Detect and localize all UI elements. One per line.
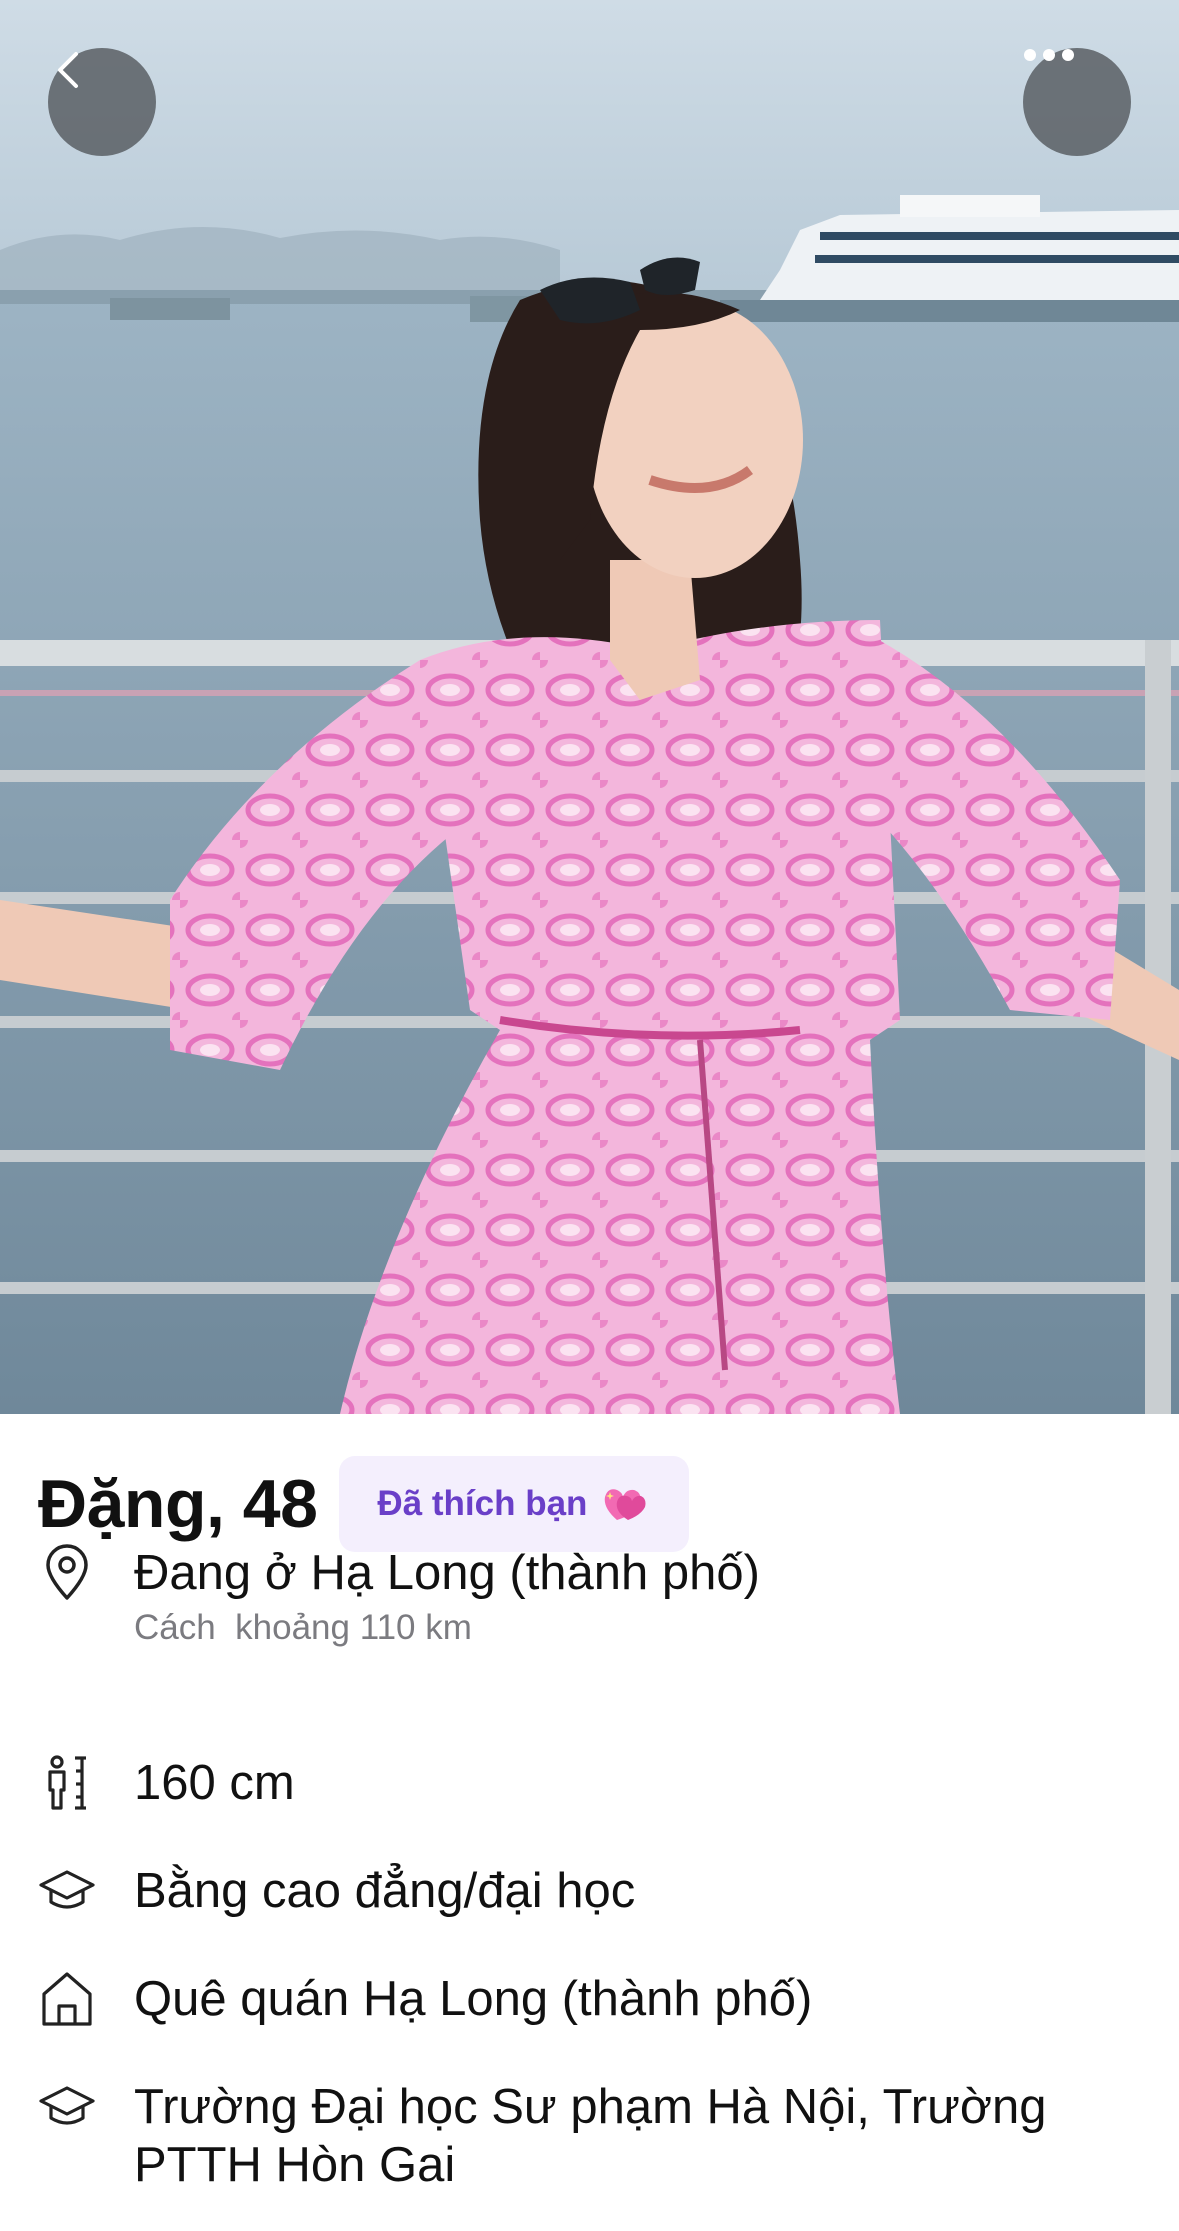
graduation-cap-icon — [38, 1862, 96, 1920]
detail-education-level: Bằng cao đẳng/đại học — [38, 1862, 635, 1920]
sparkling-heart-icon — [601, 1484, 647, 1524]
graduation-cap-icon — [38, 2078, 96, 2136]
detail-location: Đang ở Hạ Long (thành phố) Cách khoảng 1… — [38, 1544, 760, 1648]
height-icon — [38, 1754, 96, 1812]
hometown-text: Quê quán Hạ Long (thành phố) — [134, 1972, 813, 2026]
detail-schools: Trường Đại học Sư phạm Hà Nội, Trường PT… — [38, 2078, 1154, 2194]
distance-text: Cách khoảng 110 km — [134, 1608, 472, 1647]
location-text: Đang ở Hạ Long (thành phố) — [134, 1546, 760, 1600]
profile-photo[interactable] — [0, 0, 1179, 1414]
profile-info: Đặng, 48 Đã thích bạn Đang ở Hạ Long (th… — [0, 1414, 1179, 2231]
schools-text: Trường Đại học Sư phạm Hà Nội, Trường PT… — [134, 2080, 1047, 2192]
more-options-button[interactable] — [1023, 48, 1131, 156]
liked-you-label: Đã thích bạn — [377, 1484, 588, 1523]
chevron-left-icon — [58, 52, 78, 88]
more-dots-icon — [1024, 49, 1074, 61]
location-pin-icon — [38, 1544, 96, 1602]
back-button[interactable] — [48, 48, 156, 156]
profile-photo-illustration — [0, 0, 1179, 1414]
home-icon — [38, 1970, 96, 2028]
education-level-text: Bằng cao đẳng/đại học — [134, 1864, 636, 1918]
detail-hometown: Quê quán Hạ Long (thành phố) — [38, 1970, 812, 2028]
profile-name-age: Đặng, 48 — [38, 1466, 318, 1542]
detail-height: 160 cm — [38, 1754, 295, 1812]
profile-header: Đặng, 48 Đã thích bạn — [38, 1456, 690, 1552]
liked-you-badge: Đã thích bạn — [339, 1456, 690, 1552]
height-text: 160 cm — [134, 1756, 295, 1810]
